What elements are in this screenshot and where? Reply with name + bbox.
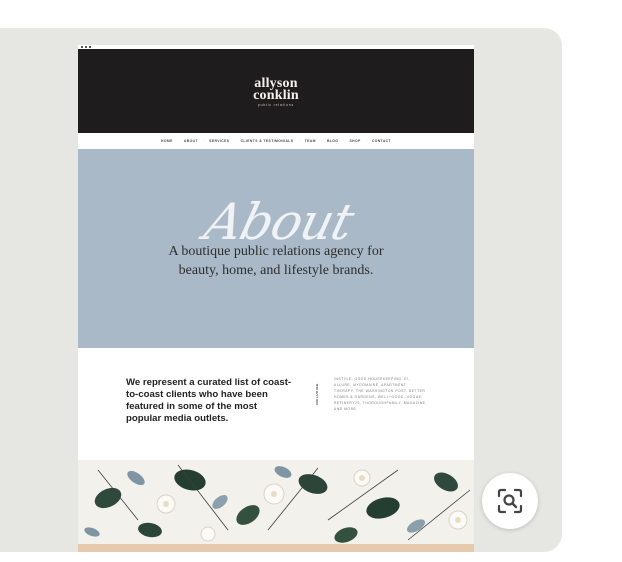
website-screenshot: allyson conklin public relations HOME · …	[78, 45, 474, 552]
site-header: allyson conklin public relations	[78, 49, 474, 133]
nav-clients-testimonials[interactable]: CLIENTS & TESTIMONIALS	[241, 139, 294, 143]
visual-search-icon	[497, 488, 523, 514]
browser-dots-icon	[81, 46, 91, 48]
nav-home[interactable]: HOME	[161, 139, 173, 143]
floral-pattern-image	[78, 460, 474, 544]
hero-section: About A boutique public relations agency…	[78, 149, 474, 348]
nav-services[interactable]: SERVICES	[209, 139, 229, 143]
about-lead-text: We represent a curated list of coast-to-…	[126, 377, 292, 424]
floral-pattern-band	[78, 460, 474, 544]
site-nav: HOME · ABOUT · SERVICES · CLIENTS & TEST…	[78, 133, 474, 149]
visual-search-button[interactable]	[482, 473, 538, 529]
about-section: We represent a curated list of coast-to-…	[78, 348, 474, 460]
hero-script-title: About	[199, 193, 359, 251]
hero-tagline: A boutique public relations agency for b…	[126, 242, 426, 280]
media-outlets-list: INSTYLE, GOOD HOUSEKEEPING, E!, ALLURE, …	[334, 377, 427, 411]
nav-contact[interactable]: CONTACT	[372, 139, 391, 143]
logo-subtitle: public relations	[257, 103, 295, 107]
hero-tagline-line-1: A boutique public relations agency for	[168, 244, 384, 259]
including-label: INCLUDING	[315, 383, 319, 406]
site-logo[interactable]: allyson conklin public relations	[253, 77, 299, 108]
logo-line-2: conklin	[253, 88, 299, 103]
peach-band	[78, 544, 474, 552]
nav-about[interactable]: ABOUT	[184, 139, 198, 143]
nav-blog[interactable]: BLOG	[327, 139, 338, 143]
nav-team[interactable]: TEAM	[305, 139, 316, 143]
hero-tagline-line-2: beauty, home, and lifestyle brands.	[178, 263, 374, 278]
nav-shop[interactable]: SHOP	[350, 139, 361, 143]
